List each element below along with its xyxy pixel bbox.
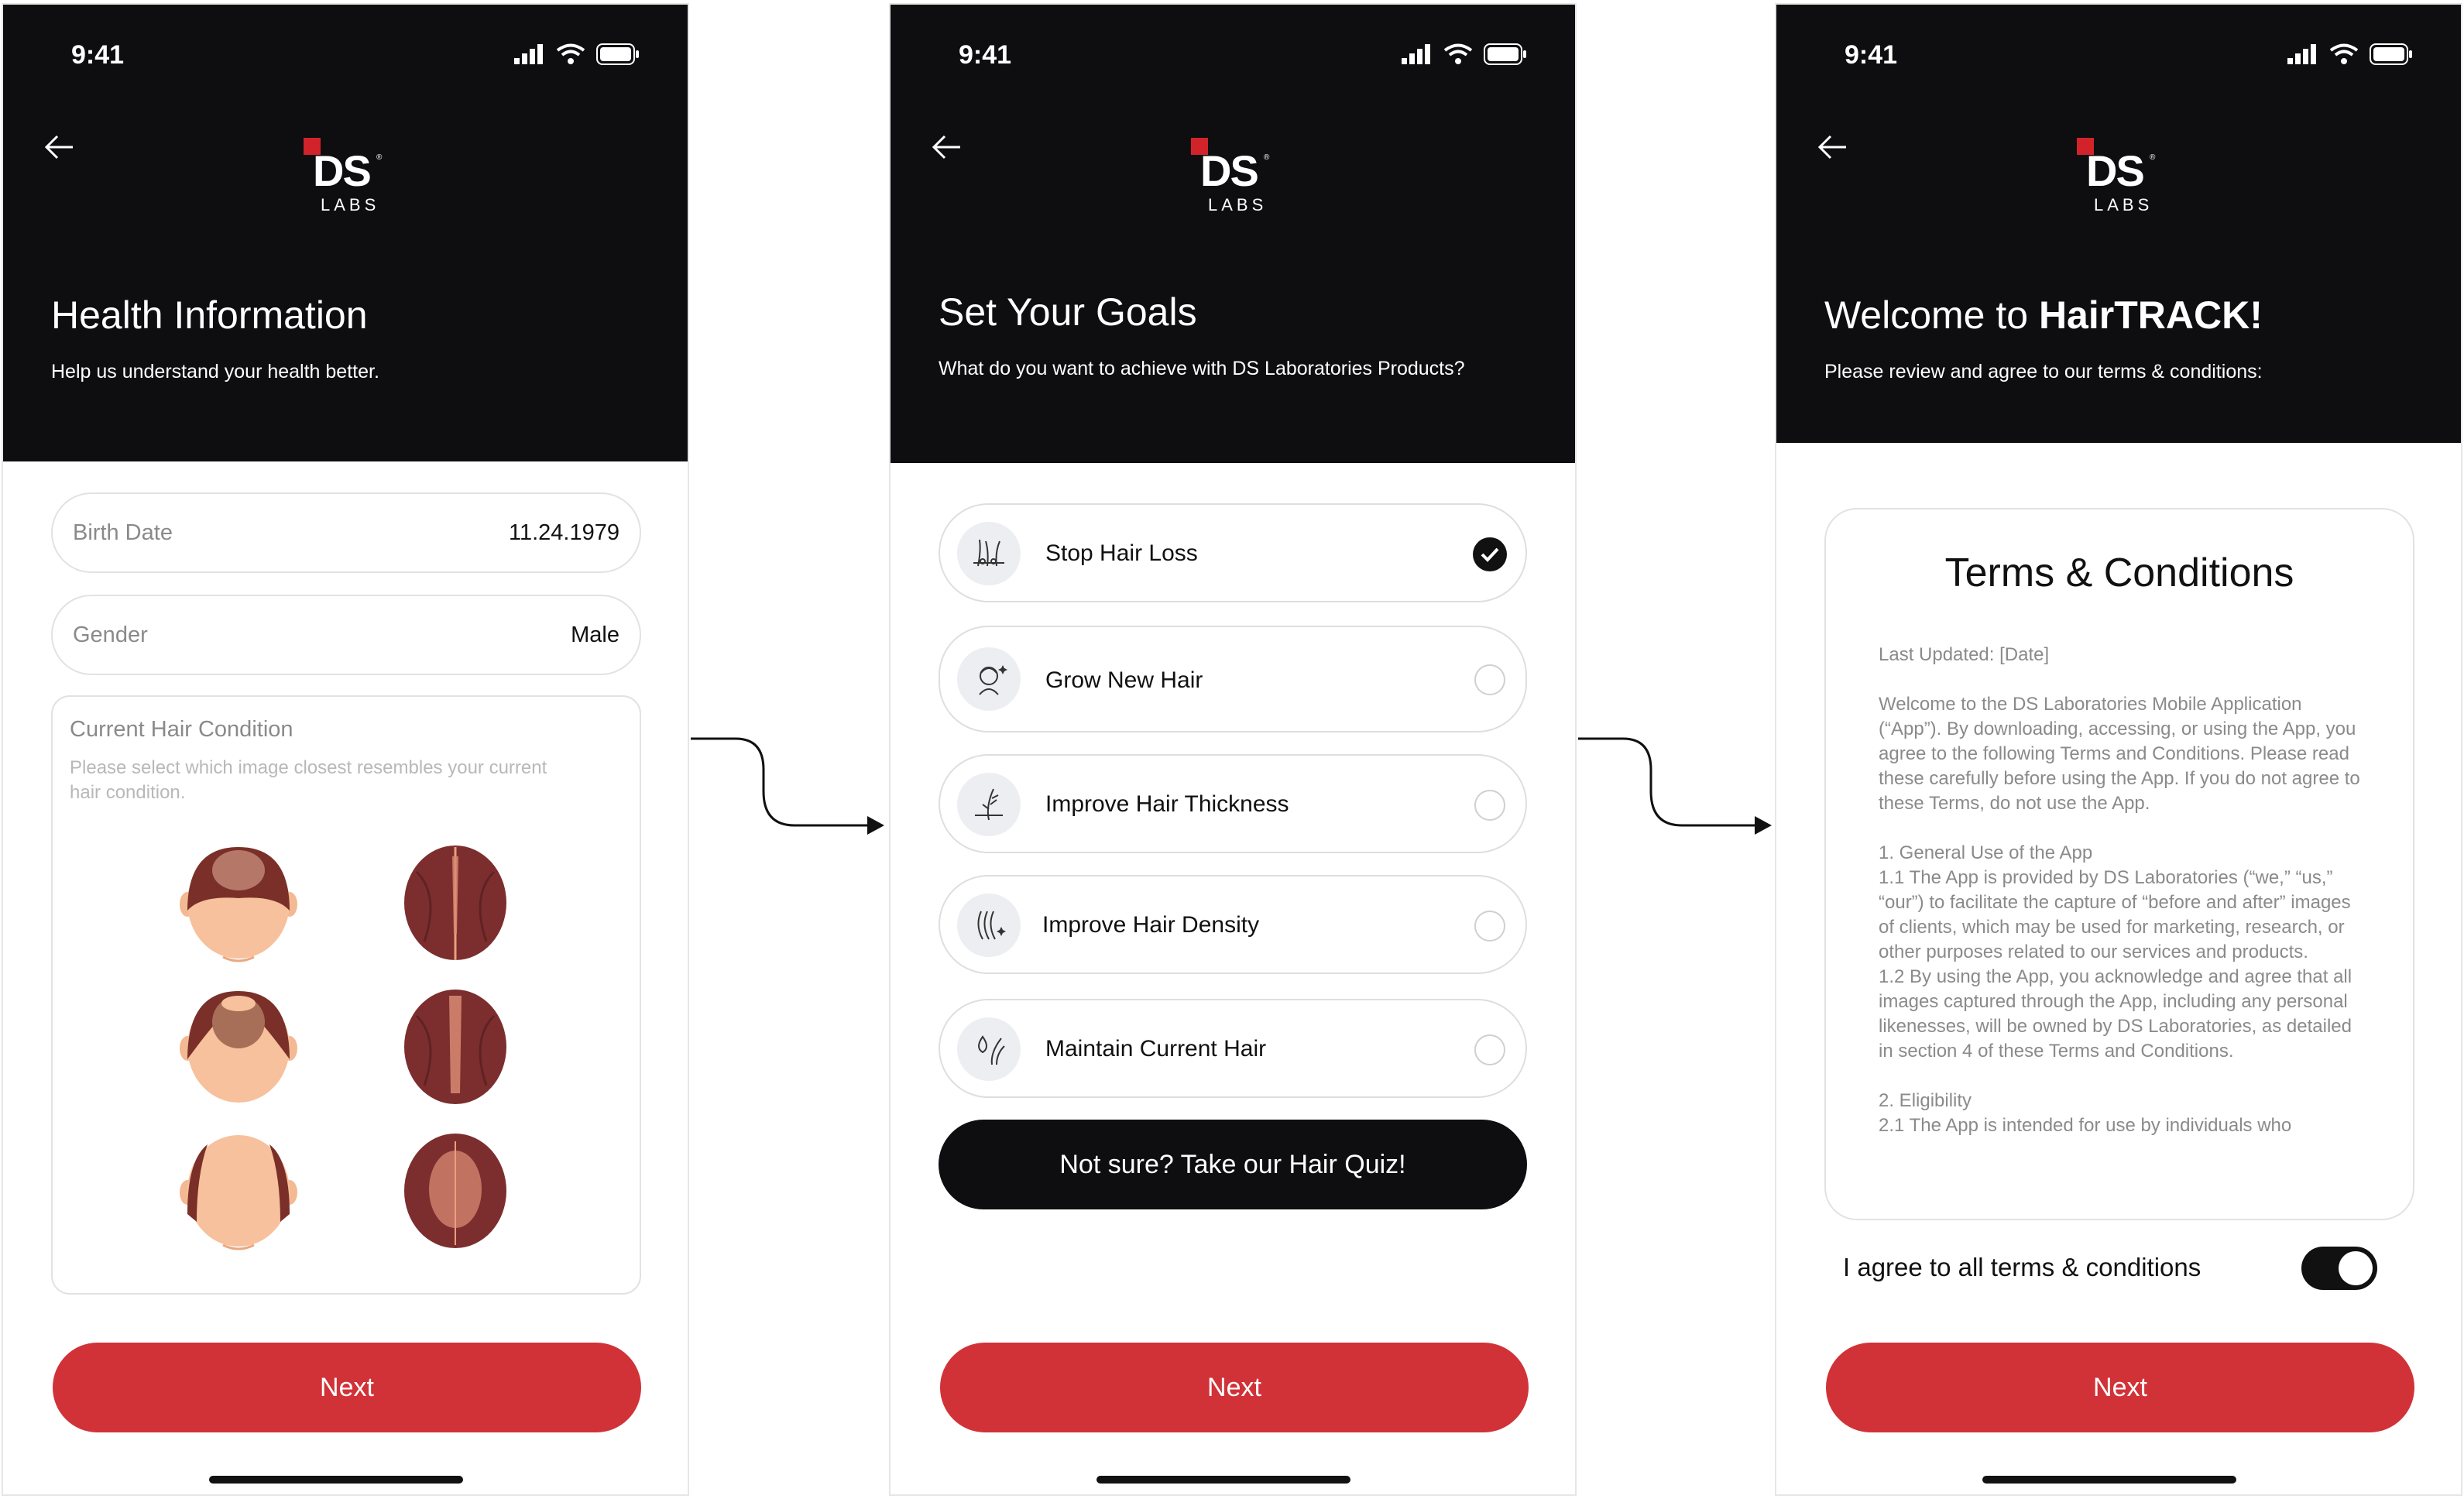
logo-registered: ® (376, 153, 383, 162)
home-indicator (209, 1476, 463, 1484)
logo-mark: DS (2086, 146, 2145, 195)
terms-title: Terms & Conditions (1944, 551, 2294, 595)
goal-label: Grow New Hair (1045, 667, 1203, 693)
terms-body: Last Updated: [Date] Welcome to the DS L… (1879, 643, 2366, 1163)
agree-toggle[interactable] (2301, 1247, 2377, 1290)
battery-icon (2370, 43, 2412, 65)
page-title: Health Information (51, 293, 368, 337)
page-subtitle: Help us understand your health better. (51, 361, 379, 382)
radio-button[interactable] (1474, 1034, 1505, 1065)
screen-health-information: 9:41 DS ® LABS Health Information Help u… (2, 3, 689, 1496)
birth-date-label: Birth Date (73, 520, 173, 545)
header: 9:41 DS ® LABS Health Information Help u… (3, 5, 688, 461)
radio-button[interactable] (1474, 911, 1505, 942)
goal-option-improve-density[interactable]: Improve Hair Density (939, 875, 1527, 974)
title-app-name: HairTRACK! (2038, 293, 2263, 337)
next-button[interactable]: Next (1826, 1343, 2414, 1432)
page-title: Welcome to HairTRACK! (1824, 293, 2263, 338)
wifi-icon (1443, 43, 1473, 64)
gender-field[interactable]: Gender Male (51, 595, 641, 675)
terms-paragraph: 1. General Use of the App 1.1 The App is… (1879, 842, 2352, 1062)
hair-option-crown-thinning[interactable] (177, 841, 300, 965)
hair-option-diffuse-thinning[interactable] (393, 1129, 517, 1253)
home-indicator (1982, 1476, 2236, 1484)
status-time: 9:41 (959, 40, 1012, 70)
flow-arrow-1 (691, 737, 884, 835)
checkmark-icon (1473, 537, 1507, 571)
signal-icon (2287, 44, 2316, 64)
agree-label: I agree to all terms & conditions (1843, 1253, 2201, 1281)
ds-labs-logo: DS ® LABS (1191, 138, 1276, 215)
terms-card[interactable]: Terms & Conditions Last Updated: [Date] … (1824, 508, 2414, 1220)
hair-condition-card: Current Hair Condition Please select whi… (51, 695, 641, 1295)
gender-value: Male (571, 623, 619, 647)
terms-paragraph: Welcome to the DS Laboratories Mobile Ap… (1879, 694, 2360, 814)
status-icons (2287, 43, 2413, 65)
status-time: 9:41 (1845, 40, 1898, 70)
screen-set-your-goals: 9:41 DS ® LABS Set Your Goals What do yo… (889, 3, 1577, 1496)
status-icons (1402, 43, 1527, 65)
goal-option-grow-new-hair[interactable]: Grow New Hair (939, 626, 1527, 732)
hair-waves-icon (957, 894, 1021, 957)
screen-terms-conditions: 9:41 DS ® LABS Welcome to HairTRACK! Ple… (1775, 3, 2462, 1496)
hair-condition-hint: Please select which image closest resemb… (70, 757, 547, 803)
logo-sub: LABS (1208, 195, 1268, 214)
goal-label: Improve Hair Thickness (1045, 791, 1289, 817)
signal-icon (1402, 44, 1430, 64)
birth-date-field[interactable]: Birth Date 11.24.1979 (51, 492, 641, 573)
birth-date-value: 11.24.1979 (509, 520, 619, 545)
back-arrow-icon[interactable] (1817, 133, 1848, 161)
goal-option-stop-hair-loss[interactable]: Stop Hair Loss (939, 503, 1527, 602)
gender-label: Gender (73, 623, 148, 647)
hair-quiz-button[interactable]: Not sure? Take our Hair Quiz! (939, 1120, 1527, 1209)
page-subtitle: Please review and agree to our terms & c… (1824, 361, 2263, 382)
logo-registered: ® (1264, 153, 1270, 162)
wifi-icon (556, 43, 585, 64)
flow-arrow-2 (1578, 737, 1772, 835)
status-time: 9:41 (71, 40, 125, 70)
ds-labs-logo: DS ® LABS (304, 138, 389, 215)
hair-option-part-thinning[interactable] (393, 841, 517, 965)
status-icons (514, 43, 640, 65)
title-prefix: Welcome to (1824, 293, 2039, 337)
logo-registered: ® (2150, 153, 2156, 162)
ds-labs-logo: DS ® LABS (2077, 138, 2162, 215)
hair-option-receding-crown[interactable] (177, 985, 300, 1109)
logo-mark: DS (1200, 146, 1259, 195)
hair-option-part-widening[interactable] (393, 985, 517, 1109)
header: 9:41 DS ® LABS Set Your Goals What do yo… (891, 5, 1575, 463)
back-arrow-icon[interactable] (43, 133, 74, 161)
toggle-knob (2339, 1251, 2373, 1285)
hair-option-bald[interactable] (177, 1129, 300, 1253)
back-arrow-icon[interactable] (931, 133, 962, 161)
hair-condition-title: Current Hair Condition (70, 717, 293, 742)
next-button[interactable]: Next (53, 1343, 641, 1432)
head-sparkle-icon (957, 647, 1021, 711)
hair-follicle-icon (957, 522, 1021, 585)
goal-label: Improve Hair Density (1042, 912, 1260, 938)
next-button[interactable]: Next (940, 1343, 1529, 1432)
wifi-icon (2329, 43, 2359, 64)
battery-icon (596, 43, 639, 65)
goal-label: Stop Hair Loss (1045, 540, 1198, 566)
logo-sub: LABS (2094, 195, 2153, 214)
logo-sub: LABS (321, 195, 380, 214)
logo-mark: DS (313, 146, 372, 195)
goal-option-improve-thickness[interactable]: Improve Hair Thickness (939, 754, 1527, 853)
battery-icon (1484, 43, 1526, 65)
page-subtitle: What do you want to achieve with DS Labo… (939, 358, 1465, 379)
home-indicator (1096, 1476, 1350, 1484)
page-title: Set Your Goals (939, 290, 1197, 334)
radio-button[interactable] (1474, 790, 1505, 821)
terms-last-updated: Last Updated: [Date] (1879, 644, 2050, 665)
radio-button[interactable] (1474, 664, 1505, 695)
header: 9:41 DS ® LABS Welcome to HairTRACK! Ple… (1776, 5, 2461, 443)
goal-label: Maintain Current Hair (1045, 1036, 1267, 1062)
terms-paragraph: 2. Eligibility 2.1 The App is intended f… (1879, 1090, 2292, 1136)
hair-drop-icon (957, 1017, 1021, 1081)
signal-icon (514, 44, 543, 64)
goal-option-maintain-hair[interactable]: Maintain Current Hair (939, 999, 1527, 1098)
hair-strand-icon (957, 773, 1021, 836)
